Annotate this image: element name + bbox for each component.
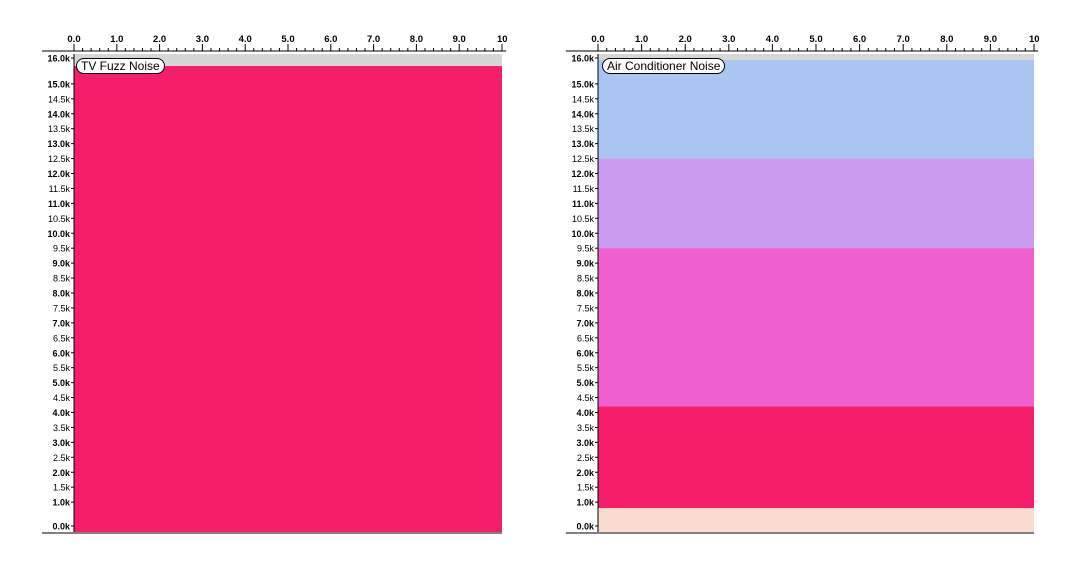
y-tick-label: 5.0k bbox=[576, 378, 595, 388]
y-tick-label: 8.5k bbox=[53, 274, 71, 284]
x-tick-label: 3.0 bbox=[196, 34, 209, 45]
x-tick-label: 8.0 bbox=[940, 34, 953, 45]
y-tick-label: 13.5k bbox=[572, 124, 595, 134]
x-tick-label: 1.0 bbox=[635, 34, 648, 45]
y-tick-label: 3.5k bbox=[53, 423, 71, 433]
x-tick-label: 2.0 bbox=[153, 34, 166, 45]
y-tick-label: 12.5k bbox=[572, 154, 595, 164]
y-tick-label: 11.0k bbox=[48, 199, 71, 209]
y-tick-label: 13.0k bbox=[47, 139, 71, 149]
y-tick-label: 16.0k bbox=[571, 54, 595, 64]
x-tick-label: 1.0 bbox=[110, 34, 123, 45]
track-label-tv-fuzz[interactable]: TV Fuzz Noise bbox=[76, 58, 165, 74]
x-tick-label: 7.0 bbox=[897, 34, 910, 45]
x-tick-label: 5.0 bbox=[281, 34, 294, 45]
y-tick-label: 13.5k bbox=[48, 124, 71, 134]
y-tick-label: 4.0k bbox=[576, 408, 595, 418]
y-tick-label: 8.0k bbox=[576, 289, 595, 299]
y-tick-label: 16.0k bbox=[47, 54, 71, 64]
x-tick-label: 9.0 bbox=[984, 34, 997, 45]
y-tick-label: 1.0k bbox=[52, 498, 71, 508]
y-tick-label: 1.5k bbox=[53, 483, 71, 493]
x-tick-label: 4.0 bbox=[766, 34, 779, 45]
y-tick-label: 6.0k bbox=[52, 348, 71, 358]
y-tick-label: 3.0k bbox=[52, 438, 71, 448]
x-tick-label: 9.0 bbox=[453, 34, 466, 45]
y-tick-label: 9.5k bbox=[53, 244, 71, 254]
y-tick-label: 5.5k bbox=[53, 363, 71, 373]
y-tick-label: 12.5k bbox=[48, 154, 71, 164]
y-tick-label: 10.0k bbox=[47, 229, 71, 239]
y-tick-label: 13.0k bbox=[571, 139, 595, 149]
y-tick-label: 14.5k bbox=[48, 94, 71, 104]
y-tick-label: 15.0k bbox=[47, 79, 71, 89]
y-tick-label: 3.5k bbox=[577, 423, 595, 433]
y-tick-label: 6.5k bbox=[53, 333, 71, 343]
y-tick-label: 7.5k bbox=[53, 303, 71, 313]
y-tick-label: 6.5k bbox=[577, 333, 595, 343]
spectrogram-texture bbox=[74, 54, 502, 532]
x-tick-label: 0.0 bbox=[591, 34, 604, 45]
x-tick-label: 10 bbox=[1029, 34, 1040, 45]
y-tick-label: 4.5k bbox=[577, 393, 595, 403]
y-tick-label: 5.5k bbox=[577, 363, 595, 373]
y-tick-label: 2.5k bbox=[577, 453, 595, 463]
y-tick-label: 11.5k bbox=[49, 184, 71, 194]
y-tick-label: 11.0k bbox=[572, 199, 595, 209]
y-tick-label: 0.0k bbox=[52, 522, 71, 532]
y-tick-label: 10.5k bbox=[48, 214, 71, 224]
y-tick-label: 3.0k bbox=[576, 438, 595, 448]
y-tick-label: 2.0k bbox=[576, 468, 595, 478]
spectrogram-chart-tv-fuzz: 0.0 1.0 2.0 3.0 4.0 5.0 6.0 7.0 8.0 9.0 10 0.0k 1.0k… bbox=[42, 28, 508, 534]
x-tick-label: 5.0 bbox=[809, 34, 822, 45]
y-tick-label: 1.0k bbox=[576, 498, 595, 508]
y-tick-label: 10.5k bbox=[572, 214, 595, 224]
spectrogram-texture bbox=[598, 54, 1034, 532]
y-tick-label: 4.5k bbox=[53, 393, 71, 403]
y-tick-label: 4.0k bbox=[52, 408, 71, 418]
x-tick-label: 6.0 bbox=[324, 34, 337, 45]
y-tick-label: 14.0k bbox=[571, 109, 595, 119]
spectrogram-panel-tv-fuzz: 0.0 1.0 2.0 3.0 4.0 5.0 6.0 7.0 8.0 9.0 10 0.0k 1.0k… bbox=[42, 28, 508, 534]
y-tick-label: 2.5k bbox=[53, 453, 71, 463]
y-tick-label: 14.5k bbox=[572, 94, 595, 104]
y-tick-label: 15.0k bbox=[571, 79, 595, 89]
y-tick-label: 7.0k bbox=[52, 318, 71, 328]
spectrogram-chart-air-conditioner: 0.0 1.0 2.0 3.0 4.0 5.0 6.0 7.0 8.0 9.0 10 0.0k 1.0k… bbox=[566, 28, 1040, 534]
x-tick-label: 10 bbox=[497, 34, 508, 45]
x-tick-label: 4.0 bbox=[239, 34, 252, 45]
x-tick-label: 6.0 bbox=[853, 34, 866, 45]
y-tick-label: 12.0k bbox=[47, 169, 71, 179]
y-tick-label: 7.5k bbox=[577, 303, 595, 313]
y-tick-label: 9.0k bbox=[52, 259, 71, 269]
y-tick-label: 5.0k bbox=[52, 378, 71, 388]
track-label-air-conditioner[interactable]: Air Conditioner Noise bbox=[602, 58, 726, 74]
y-tick-label: 1.5k bbox=[577, 483, 595, 493]
y-tick-label: 11.5k bbox=[573, 184, 595, 194]
x-tick-label: 0.0 bbox=[67, 34, 80, 45]
x-tick-label: 7.0 bbox=[367, 34, 380, 45]
y-tick-label: 8.0k bbox=[52, 289, 71, 299]
y-tick-label: 12.0k bbox=[571, 169, 595, 179]
y-tick-label: 7.0k bbox=[576, 318, 595, 328]
spectrogram-panel-air-conditioner: 0.0 1.0 2.0 3.0 4.0 5.0 6.0 7.0 8.0 9.0 10 0.0k 1.0k… bbox=[566, 28, 1040, 534]
x-tick-label: 2.0 bbox=[679, 34, 692, 45]
y-tick-label: 8.5k bbox=[577, 274, 595, 284]
x-tick-label: 8.0 bbox=[410, 34, 423, 45]
y-tick-label: 0.0k bbox=[576, 522, 595, 532]
y-tick-label: 9.5k bbox=[577, 244, 595, 254]
y-tick-label: 10.0k bbox=[571, 229, 595, 239]
y-tick-label: 2.0k bbox=[52, 468, 71, 478]
y-tick-label: 6.0k bbox=[576, 348, 595, 358]
y-tick-label: 14.0k bbox=[47, 109, 71, 119]
y-tick-label: 9.0k bbox=[576, 259, 595, 269]
x-tick-label: 3.0 bbox=[722, 34, 735, 45]
